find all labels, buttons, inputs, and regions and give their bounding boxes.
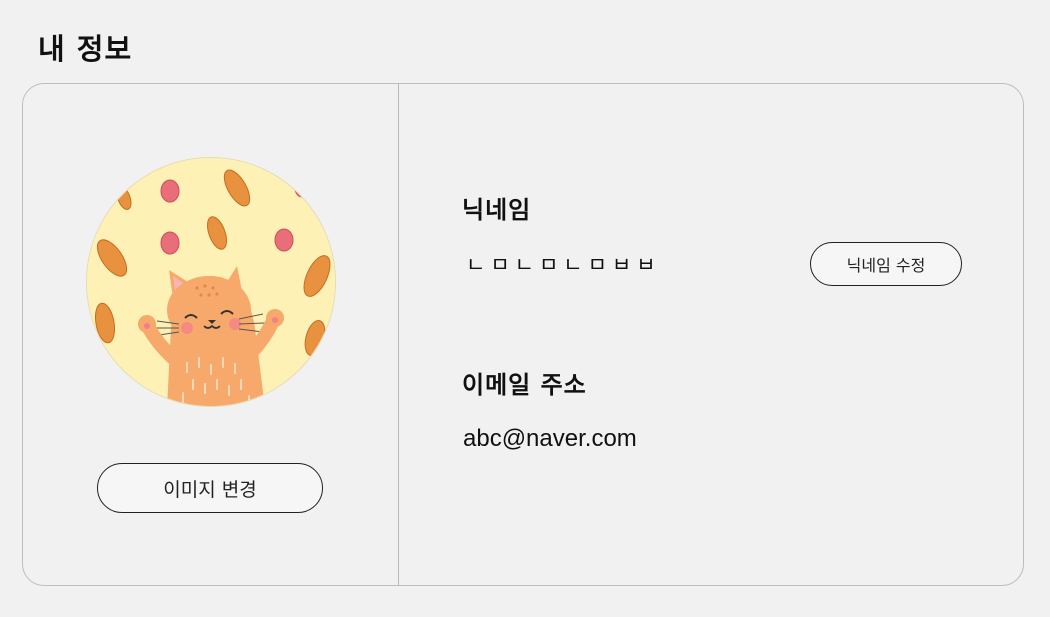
page-title: 내 정보 — [38, 32, 133, 66]
change-image-button[interactable]: 이미지 변경 — [97, 463, 323, 513]
email-label: 이메일 주소 — [462, 371, 587, 399]
nickname-value: ㄴㅁㄴㅁㄴㅁㅂㅂ — [466, 253, 661, 277]
profile-card: 이미지 변경 닉네임 ㄴㅁㄴㅁㄴㅁㅂㅂ 닉네임 수정 이메일 주소 abc@na… — [22, 83, 1024, 586]
profile-avatar — [86, 157, 336, 407]
edit-nickname-button[interactable]: 닉네임 수정 — [810, 242, 962, 286]
nickname-label: 닉네임 — [462, 196, 532, 224]
email-value: abc@naver.com — [463, 425, 637, 452]
section-divider — [398, 84, 399, 585]
cat-avatar-illustration — [87, 158, 335, 406]
